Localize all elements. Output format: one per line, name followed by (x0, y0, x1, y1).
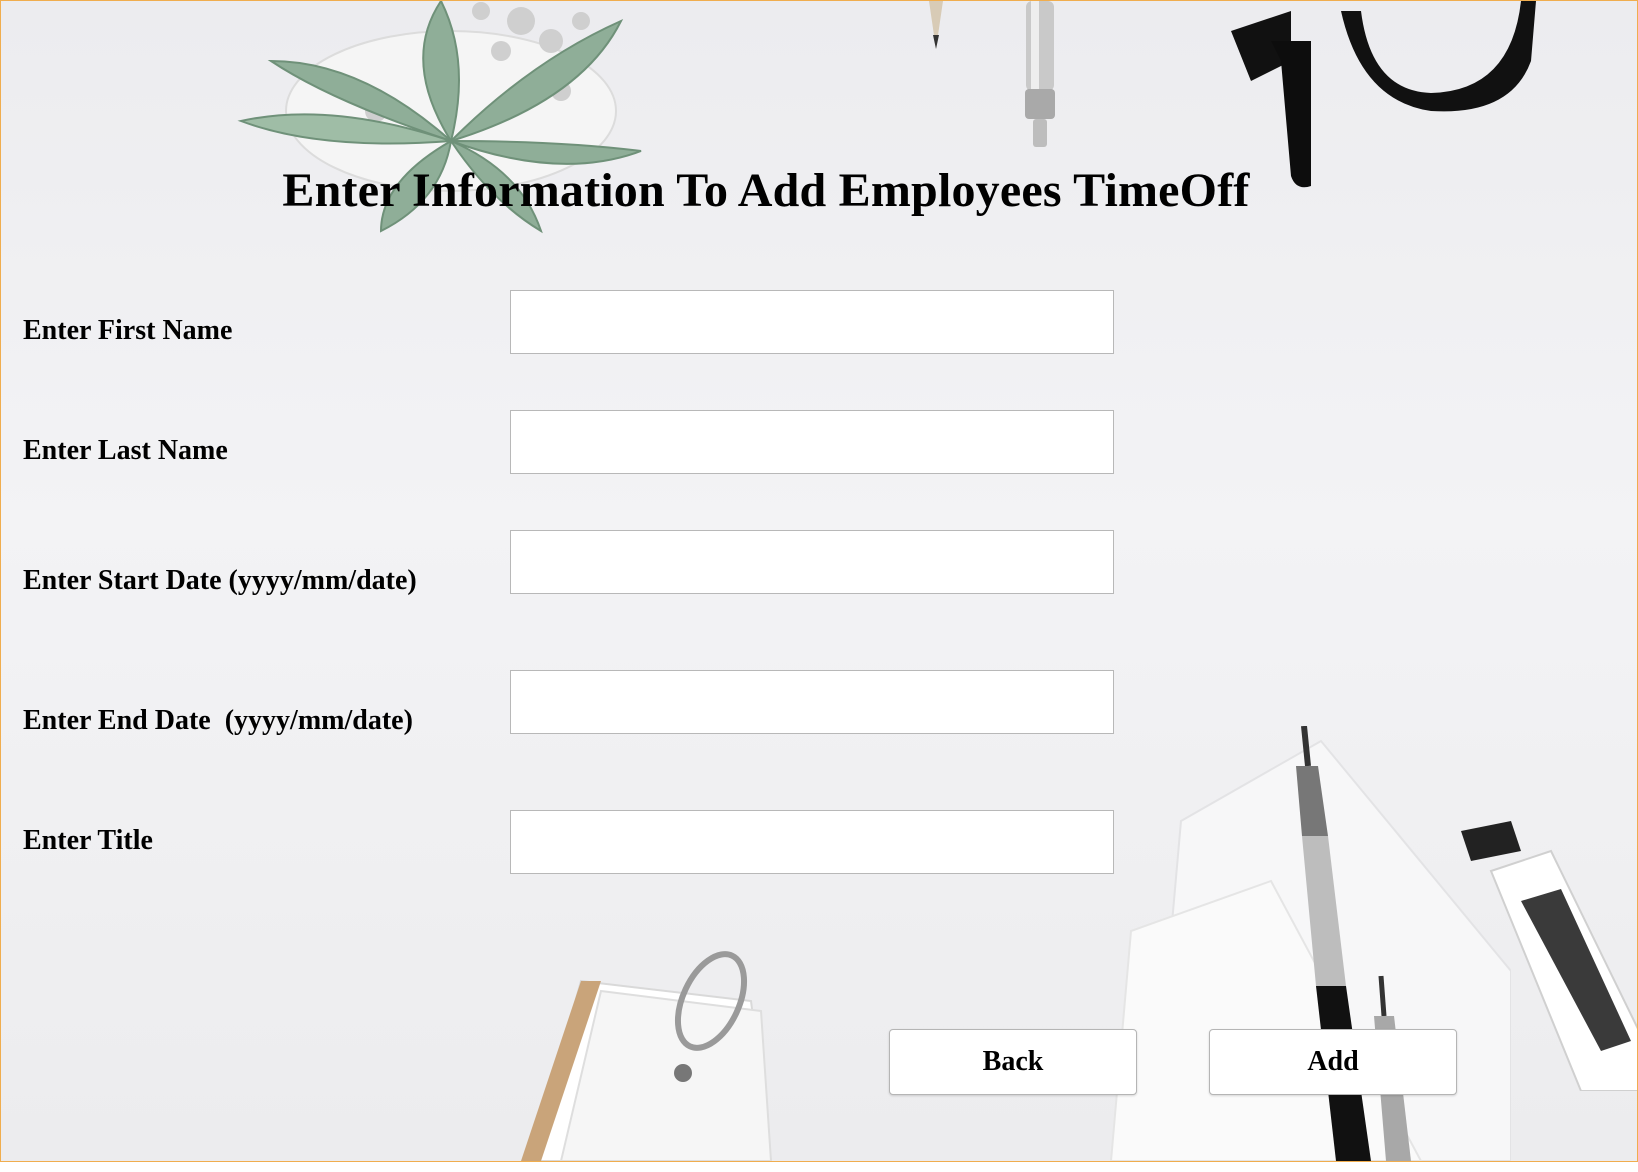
app-window: Enter Information To Add Employees TimeO… (0, 0, 1638, 1162)
ring-notecards-icon (521, 951, 773, 1161)
utility-knife-icon (1461, 821, 1637, 1091)
end-date-label: Enter End Date (yyyy/mm/date) (23, 705, 413, 736)
pen-icon (1025, 1, 1055, 147)
title-label: Enter Title (23, 825, 153, 856)
end-date-input[interactable] (510, 670, 1114, 734)
last-name-label: Enter Last Name (23, 435, 228, 466)
back-button[interactable]: Back (889, 1029, 1137, 1095)
start-date-label: Enter Start Date (yyyy/mm/date) (23, 565, 417, 596)
start-date-input[interactable] (510, 530, 1114, 594)
add-button[interactable]: Add (1209, 1029, 1457, 1095)
pencil-icon (929, 1, 943, 49)
paper-sheets-icon (1109, 739, 1511, 1161)
title-input[interactable] (510, 810, 1114, 874)
page-title: Enter Information To Add Employees TimeO… (282, 164, 1250, 217)
first-name-label: Enter First Name (23, 315, 233, 346)
mechanical-pencil-icon (1296, 726, 1411, 1161)
last-name-input[interactable] (510, 410, 1114, 474)
first-name-input[interactable] (510, 290, 1114, 354)
